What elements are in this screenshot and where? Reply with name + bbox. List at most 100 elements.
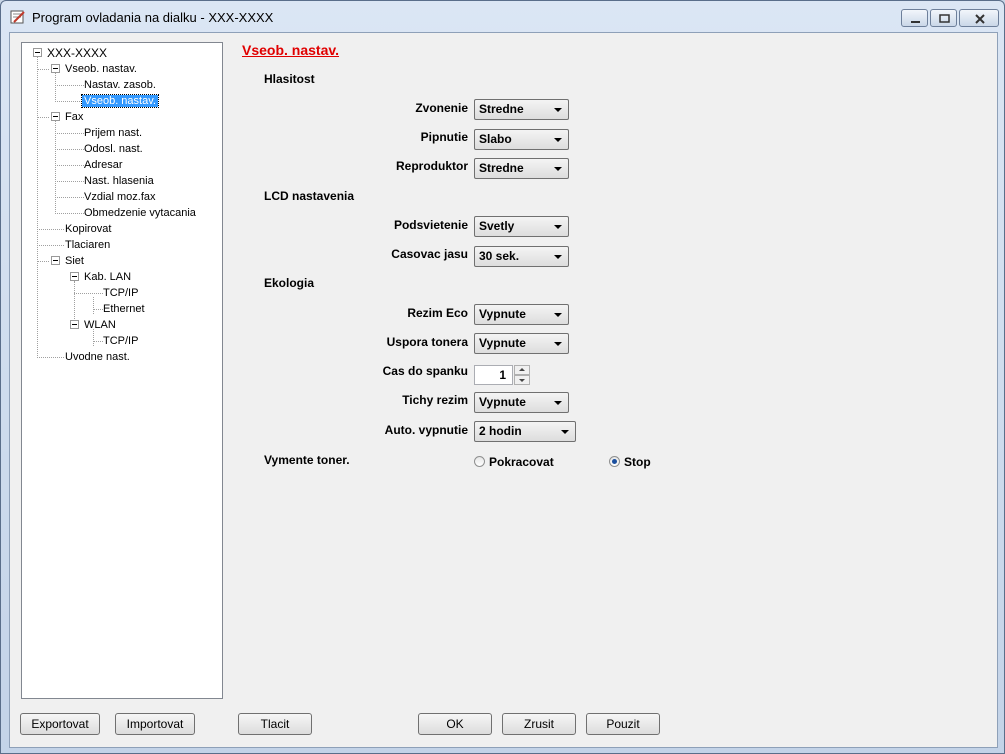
tree-item-label: TCP/IP: [103, 287, 139, 299]
spin-up-icon[interactable]: [514, 365, 530, 375]
client-area: XXX-XXXX Vseob. nastav. Nastav. zasob. V…: [9, 32, 998, 748]
dim-timer-value: 30 sek.: [479, 249, 520, 263]
speaker-label: Reproduktor: [396, 159, 468, 173]
beep-value: Slabo: [479, 132, 512, 146]
ring-select[interactable]: Stredne: [474, 99, 569, 120]
tree-item-label: Nast. hlasenia: [84, 175, 154, 187]
eco-mode-label: Rezim Eco: [407, 306, 468, 320]
collapse-icon[interactable]: [51, 256, 60, 265]
tree-item-paper-settings[interactable]: Nastav. zasob.: [82, 77, 158, 93]
tree-item-remote-fax[interactable]: Vzdial moz.fax: [82, 189, 158, 205]
beep-select[interactable]: Slabo: [474, 129, 569, 150]
tree-item-initial-setup[interactable]: Uvodne nast.: [63, 349, 132, 365]
dropdown-arrow-icon: [554, 313, 562, 317]
tree-line: [74, 293, 103, 294]
tree-item-receive-setup[interactable]: Prijem nast.: [82, 125, 144, 141]
dropdown-arrow-icon: [554, 167, 562, 171]
close-button[interactable]: [959, 9, 999, 27]
remote-setup-app-icon: [10, 10, 25, 24]
tree-line: [37, 357, 64, 358]
group-ecology: Ekologia: [264, 276, 315, 290]
tree-item-label: Vzdial moz.fax: [84, 191, 156, 203]
backlight-select[interactable]: Svetly: [474, 216, 569, 237]
radio-checked-icon: [609, 456, 620, 468]
tree-item-label: TCP/IP: [103, 335, 139, 347]
toner-save-value: Vypnute: [479, 336, 526, 350]
settings-tree[interactable]: XXX-XXXX Vseob. nastav. Nastav. zasob. V…: [21, 42, 223, 699]
tree-line: [37, 117, 49, 118]
quiet-mode-label: Tichy rezim: [402, 393, 468, 407]
title-bar[interactable]: Program ovladania na dialku - XXX-XXXX: [1, 1, 1004, 31]
tree-item-address-book[interactable]: Adresar: [82, 157, 125, 173]
stop-radio-label: Stop: [624, 455, 651, 469]
collapse-icon[interactable]: [51, 64, 60, 73]
tree-root[interactable]: XXX-XXXX: [45, 45, 109, 61]
spin-down-icon[interactable]: [514, 375, 530, 385]
tree-item-report-setting[interactable]: Nast. hlasenia: [82, 173, 156, 189]
sleep-time-input[interactable]: 1: [474, 365, 513, 385]
eco-mode-select[interactable]: Vypnute: [474, 304, 569, 325]
panel-title: Vseob. nastav.: [242, 42, 340, 58]
close-icon: [975, 14, 985, 24]
tree-line: [37, 57, 38, 358]
toner-save-label: Uspora tonera: [386, 335, 468, 349]
tree-item-fax[interactable]: Fax: [63, 109, 85, 125]
tree-item-label: Fax: [65, 111, 84, 123]
speaker-value: Stredne: [479, 161, 524, 175]
apply-button[interactable]: Pouzit: [586, 713, 660, 735]
auto-off-select[interactable]: 2 hodin: [474, 421, 576, 442]
maximize-button[interactable]: [930, 9, 957, 27]
toner-save-select[interactable]: Vypnute: [474, 333, 569, 354]
dim-timer-label: Casovac jasu: [391, 247, 468, 261]
quiet-mode-value: Vypnute: [479, 395, 526, 409]
collapse-icon[interactable]: [33, 48, 42, 57]
quiet-mode-select[interactable]: Vypnute: [474, 392, 569, 413]
collapse-icon[interactable]: [70, 272, 79, 281]
collapse-icon[interactable]: [51, 112, 60, 121]
tree-item-general-settings[interactable]: Vseob. nastav.: [63, 61, 139, 77]
tree-item-label: Vseob. nastav.: [81, 94, 159, 108]
tree-line: [37, 69, 49, 70]
tree-item-label: Kopirovat: [65, 223, 112, 235]
continue-radio-label: Pokracovat: [489, 455, 554, 469]
dim-timer-select[interactable]: 30 sek.: [474, 246, 569, 267]
tree-item-send-setup[interactable]: Odosl. nast.: [82, 141, 145, 157]
import-button[interactable]: Importovat: [115, 713, 195, 735]
tree-item-general-settings-selected[interactable]: Vseob. nastav.: [81, 93, 159, 109]
export-button[interactable]: Exportovat: [20, 713, 100, 735]
sleep-time-stepper[interactable]: 1: [474, 365, 531, 385]
ring-label: Zvonenie: [415, 101, 468, 115]
cancel-button[interactable]: Zrusit: [502, 713, 576, 735]
tree-item-wlan-tcpip[interactable]: TCP/IP: [101, 333, 140, 349]
tree-item-copy[interactable]: Kopirovat: [63, 221, 113, 237]
tree-item-wlan[interactable]: WLAN: [82, 317, 118, 333]
tree-item-label: Nastav. zasob.: [84, 79, 156, 91]
continue-radio[interactable]: Pokracovat: [474, 454, 554, 470]
radio-unchecked-icon: [474, 456, 485, 468]
tree-line: [55, 149, 84, 150]
collapse-icon[interactable]: [70, 320, 79, 329]
stop-radio[interactable]: Stop: [609, 454, 651, 470]
beep-label: Pipnutie: [420, 130, 468, 144]
print-button[interactable]: Tlacit: [238, 713, 312, 735]
tree-line: [55, 101, 84, 102]
tree-item-wired-tcpip[interactable]: TCP/IP: [101, 285, 140, 301]
minimize-button[interactable]: [901, 9, 928, 27]
tree-item-printer[interactable]: Tlaciaren: [63, 237, 112, 253]
tree-line: [55, 73, 56, 102]
tree-line: [55, 121, 56, 214]
tree-item-ethernet[interactable]: Ethernet: [101, 301, 147, 317]
tree-item-label: Kab. LAN: [84, 271, 132, 283]
tree-line: [55, 181, 84, 182]
tree-item-network[interactable]: Siet: [63, 253, 86, 269]
tree-item-wired-lan[interactable]: Kab. LAN: [82, 269, 133, 285]
tree-item-label: Vseob. nastav.: [65, 63, 137, 75]
tree-item-label: Uvodne nast.: [65, 351, 130, 363]
app-window: Program ovladania na dialku - XXX-XXXX X…: [0, 0, 1005, 754]
tree-item-dial-restriction[interactable]: Obmedzenie vytacania: [82, 205, 198, 221]
ok-button[interactable]: OK: [418, 713, 492, 735]
speaker-select[interactable]: Stredne: [474, 158, 569, 179]
spin-buttons: [514, 365, 530, 385]
dropdown-arrow-icon: [554, 401, 562, 405]
tree-item-label: Odosl. nast.: [84, 143, 143, 155]
